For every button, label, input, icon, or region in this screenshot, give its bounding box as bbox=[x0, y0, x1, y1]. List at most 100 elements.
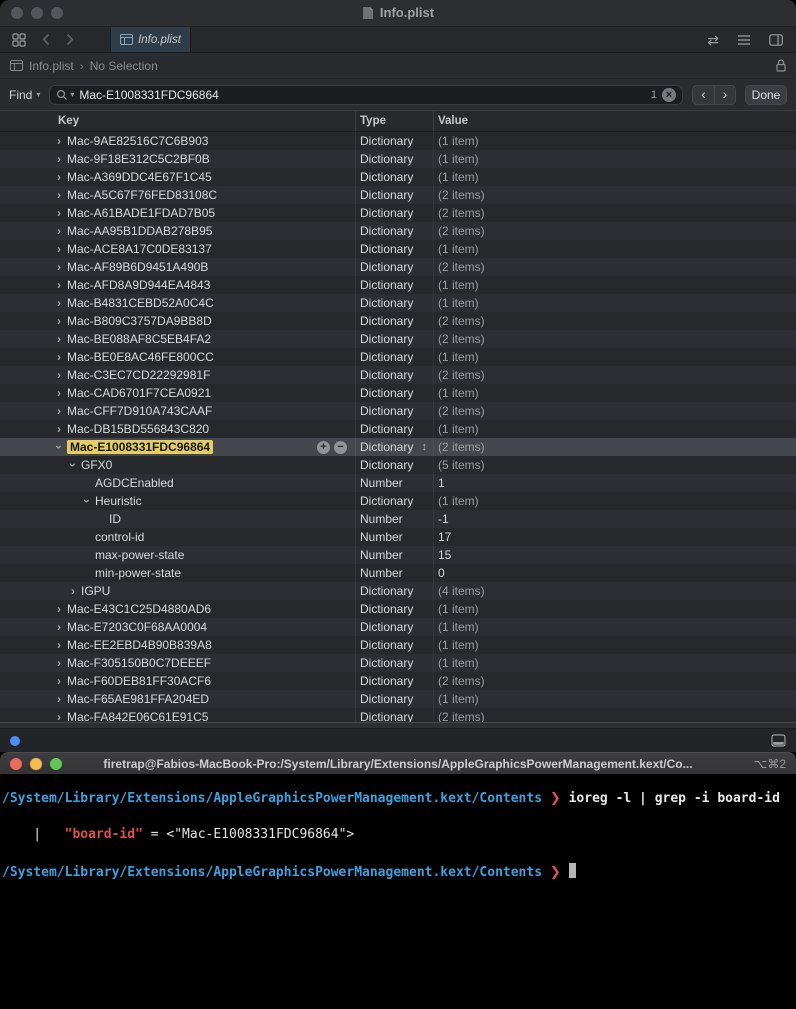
search-options[interactable]: ▾ bbox=[56, 89, 74, 101]
find-mode-dropdown[interactable]: Find ▾ bbox=[9, 88, 40, 102]
disclosure-triangle-icon[interactable]: › bbox=[52, 693, 66, 705]
plist-row[interactable]: › ID Number -1 bbox=[0, 510, 796, 528]
editor-options-icon[interactable] bbox=[737, 34, 751, 46]
tab-title: Info.plist bbox=[138, 33, 181, 46]
breadcrumb-file[interactable]: Info.plist bbox=[29, 59, 74, 73]
search-field[interactable]: ▾ Mac-E1008331FDC96864 1 × bbox=[49, 84, 683, 105]
add-editor-icon[interactable] bbox=[769, 33, 783, 46]
plist-row[interactable]: › Heuristic Dictionary (1 item) bbox=[0, 492, 796, 510]
plist-row[interactable]: › Mac-A61BADE1FDAD7B05 Dictionary (2 ite… bbox=[0, 204, 796, 222]
minimize-button[interactable] bbox=[31, 7, 43, 19]
plist-row[interactable]: › Mac-9F18E312C5C2BF0B Dictionary (1 ite… bbox=[0, 150, 796, 168]
disclosure-triangle-icon[interactable]: › bbox=[52, 279, 66, 291]
done-button[interactable]: Done bbox=[745, 84, 787, 105]
plist-row[interactable]: › Mac-F60DEB81FF30ACF6 Dictionary (2 ite… bbox=[0, 672, 796, 690]
plist-row[interactable]: › Mac-B4831CEBD52A0C4C Dictionary (1 ite… bbox=[0, 294, 796, 312]
disclosure-triangle-icon[interactable]: › bbox=[52, 423, 66, 435]
plist-row[interactable]: › Mac-A369DDC4E67F1C45 Dictionary (1 ite… bbox=[0, 168, 796, 186]
close-button[interactable] bbox=[11, 7, 23, 19]
disclosure-triangle-icon[interactable]: › bbox=[52, 297, 66, 309]
disclosure-triangle-icon[interactable]: › bbox=[52, 315, 66, 327]
plist-row[interactable]: › Mac-AA95B1DDAB278B95 Dictionary (2 ite… bbox=[0, 222, 796, 240]
plist-row[interactable]: › Mac-BE0E8AC46FE800CC Dictionary (1 ite… bbox=[0, 348, 796, 366]
clear-search-button[interactable]: × bbox=[662, 87, 676, 102]
disclosure-triangle-icon[interactable]: › bbox=[52, 675, 66, 687]
plist-row[interactable]: › Mac-E7203C0F68AA0004 Dictionary (1 ite… bbox=[0, 618, 796, 636]
window-controls bbox=[0, 7, 63, 19]
plist-row[interactable]: › IGPU Dictionary (4 items) bbox=[0, 582, 796, 600]
close-button[interactable] bbox=[10, 757, 22, 770]
related-items-grid-icon[interactable] bbox=[12, 32, 26, 47]
type-stepper-icon[interactable]: ↕ bbox=[422, 441, 428, 453]
key-cell: › Mac-EE2EBD4B90B839A8 bbox=[0, 636, 356, 654]
terminal-content[interactable]: /System/Library/Extensions/AppleGraphics… bbox=[0, 775, 796, 1009]
navigate-back-icon[interactable] bbox=[42, 33, 50, 46]
navigate-forward-icon[interactable] bbox=[66, 33, 74, 46]
disclosure-triangle-icon[interactable]: › bbox=[52, 333, 66, 345]
disclosure-triangle-icon[interactable]: › bbox=[52, 225, 66, 237]
add-row-button[interactable]: + bbox=[317, 440, 330, 454]
disclosure-triangle-icon[interactable]: › bbox=[52, 405, 66, 417]
toggle-debug-area-icon[interactable] bbox=[771, 734, 786, 747]
disclosure-triangle-icon[interactable]: › bbox=[52, 603, 66, 615]
key-label: Mac-CAD6701F7CEA0921 bbox=[67, 386, 212, 400]
disclosure-triangle-icon[interactable]: › bbox=[52, 261, 66, 273]
breadcrumb-selection[interactable]: No Selection bbox=[90, 59, 158, 73]
plist-row[interactable]: › Mac-C3EC7CD22292981F Dictionary (2 ite… bbox=[0, 366, 796, 384]
disclosure-triangle-icon[interactable]: › bbox=[52, 639, 66, 651]
plist-row[interactable]: › Mac-F65AE981FFA204ED Dictionary (1 ite… bbox=[0, 690, 796, 708]
plist-row[interactable]: › Mac-E43C1C25D4880AD6 Dictionary (1 ite… bbox=[0, 600, 796, 618]
plist-row[interactable]: › Mac-AFD8A9D944EA4843 Dictionary (1 ite… bbox=[0, 276, 796, 294]
plist-row[interactable]: › Mac-ACE8A17C0DE83137 Dictionary (1 ite… bbox=[0, 240, 796, 258]
search-icon bbox=[57, 89, 68, 100]
plist-row[interactable]: › Mac-CAD6701F7CEA0921 Dictionary (1 ite… bbox=[0, 384, 796, 402]
remove-row-button[interactable]: − bbox=[334, 440, 347, 454]
disclosure-triangle-icon[interactable]: › bbox=[66, 585, 80, 597]
search-input[interactable]: Mac-E1008331FDC96864 bbox=[79, 88, 646, 102]
disclosure-triangle-icon[interactable]: › bbox=[52, 621, 66, 633]
plist-row[interactable]: › Mac-F305150B0C7DEEEF Dictionary (1 ite… bbox=[0, 654, 796, 672]
disclosure-triangle-icon[interactable]: › bbox=[52, 387, 66, 399]
plist-row[interactable]: › Mac-9AE82516C7C6B903 Dictionary (1 ite… bbox=[0, 132, 796, 150]
disclosure-triangle-icon[interactable]: › bbox=[52, 153, 66, 165]
plist-row[interactable]: › Mac-AF89B6D9451A490B Dictionary (2 ite… bbox=[0, 258, 796, 276]
disclosure-triangle-icon[interactable]: › bbox=[52, 135, 66, 147]
plist-row[interactable]: › Mac-DB15BD556843C820 Dictionary (1 ite… bbox=[0, 420, 796, 438]
plist-row[interactable]: › control-id Number 17 bbox=[0, 528, 796, 546]
type-cell: Dictionary bbox=[356, 402, 434, 420]
disclosure-triangle-icon[interactable]: › bbox=[52, 351, 66, 363]
disclosure-triangle-icon[interactable]: › bbox=[52, 440, 66, 454]
disclosure-triangle-icon[interactable]: › bbox=[52, 369, 66, 381]
plist-row[interactable]: › Mac-FA842E06C61E91C5 Dictionary (2 ite… bbox=[0, 708, 796, 722]
disclosure-triangle-icon[interactable]: › bbox=[52, 189, 66, 201]
disclosure-triangle-icon[interactable]: › bbox=[52, 171, 66, 183]
tab-info-plist[interactable]: Info.plist bbox=[110, 27, 191, 52]
disclosure-triangle-icon[interactable]: › bbox=[52, 207, 66, 219]
previous-match-button[interactable]: ‹ bbox=[692, 84, 714, 105]
plist-row[interactable]: › AGDCEnabled Number 1 bbox=[0, 474, 796, 492]
value-cell: (1 item) bbox=[434, 420, 796, 438]
plist-row[interactable]: › max-power-state Number 15 bbox=[0, 546, 796, 564]
type-cell: Dictionary bbox=[356, 348, 434, 366]
disclosure-triangle-icon[interactable]: › bbox=[80, 494, 94, 508]
disclosure-triangle-icon[interactable]: › bbox=[52, 657, 66, 669]
plist-row[interactable]: › Mac-B809C3757DA9BB8D Dictionary (2 ite… bbox=[0, 312, 796, 330]
plist-row[interactable]: › Mac-BE088AF8C5EB4FA2 Dictionary (2 ite… bbox=[0, 330, 796, 348]
plist-row[interactable]: › GFX0 Dictionary (5 items) bbox=[0, 456, 796, 474]
disclosure-triangle-icon[interactable]: › bbox=[52, 243, 66, 255]
zoom-button[interactable] bbox=[50, 757, 62, 770]
disclosure-triangle-icon[interactable]: › bbox=[52, 711, 66, 722]
value-cell: (2 items) bbox=[434, 186, 796, 204]
plist-row[interactable]: › Mac-E1008331FDC96864 + − Dictionary ↕ … bbox=[0, 438, 796, 456]
plist-row[interactable]: › Mac-EE2EBD4B90B839A8 Dictionary (1 ite… bbox=[0, 636, 796, 654]
minimize-button[interactable] bbox=[30, 757, 42, 770]
plist-row[interactable]: › Mac-CFF7D910A743CAAF Dictionary (2 ite… bbox=[0, 402, 796, 420]
disclosure-triangle-icon[interactable]: › bbox=[66, 458, 80, 472]
next-match-button[interactable]: › bbox=[714, 84, 736, 105]
swap-editors-icon[interactable]: ⇄ bbox=[707, 33, 719, 47]
plist-row[interactable]: › min-power-state Number 0 bbox=[0, 564, 796, 582]
terminal-title: firetrap@Fabios-MacBook-Pro:/System/Libr… bbox=[103, 756, 693, 771]
plist-row[interactable]: › Mac-A5C67F76FED83108C Dictionary (2 it… bbox=[0, 186, 796, 204]
type-cell: Dictionary bbox=[356, 708, 434, 722]
zoom-button[interactable] bbox=[51, 7, 63, 19]
